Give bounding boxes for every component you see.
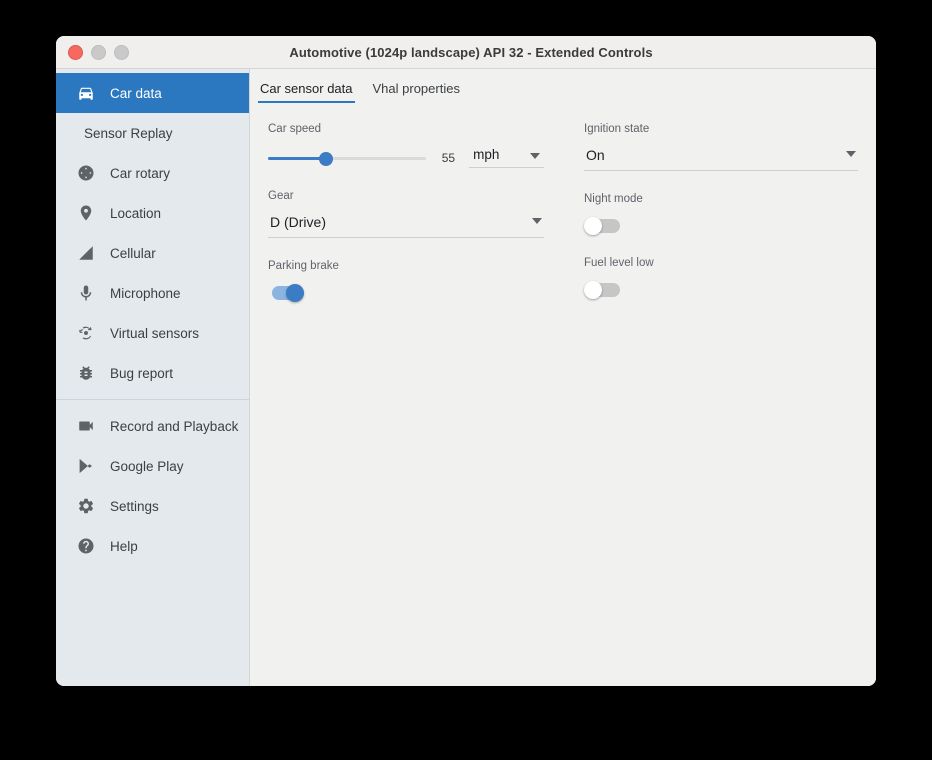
extended-controls-window: Automotive (1024p landscape) API 32 - Ex… (56, 36, 876, 686)
fuel-level-low-toggle[interactable] (584, 281, 624, 299)
sidebar-item-microphone[interactable]: Microphone (56, 273, 249, 313)
sidebar-item-label: Virtual sensors (110, 326, 199, 341)
sidebar-item-virtual-sensors[interactable]: Virtual sensors (56, 313, 249, 353)
sidebar-item-car-data[interactable]: Car data (56, 73, 249, 113)
car-speed-field: Car speed 55 mph (268, 123, 544, 168)
location-pin-icon (76, 203, 96, 223)
car-speed-label: Car speed (268, 123, 544, 135)
sidebar-item-cellular[interactable]: Cellular (56, 233, 249, 273)
sidebar-item-label: Car data (110, 86, 162, 101)
gear-value: D (Drive) (270, 214, 326, 230)
right-column: Ignition state On Night mode (584, 123, 858, 324)
window-title: Automotive (1024p landscape) API 32 - Ex… (56, 45, 876, 60)
gear-icon (76, 496, 96, 516)
ignition-state-field: Ignition state On (584, 123, 858, 171)
car-speed-unit-value: mph (473, 147, 499, 162)
night-mode-toggle[interactable] (584, 217, 624, 235)
toggle-knob (286, 284, 304, 302)
sidebar-item-label: Car rotary (110, 166, 170, 181)
sidebar-item-sensor-replay[interactable]: Sensor Replay (56, 113, 249, 153)
sidebar-item-google-play[interactable]: Google Play (56, 446, 249, 486)
video-camera-icon (76, 416, 96, 436)
tab-label: Car sensor data (260, 81, 353, 96)
car-sensor-data-panel: Car speed 55 mph (250, 103, 876, 324)
cellular-signal-icon (76, 243, 96, 263)
virtual-sensors-icon (76, 323, 96, 343)
sidebar-item-label: Settings (110, 499, 159, 514)
fuel-level-low-field: Fuel level low (584, 257, 858, 299)
sidebar-item-label: Location (110, 206, 161, 221)
gear-dropdown[interactable]: D (Drive) (268, 214, 544, 238)
sidebar-item-label: Microphone (110, 286, 181, 301)
sidebar-item-car-rotary[interactable]: Car rotary (56, 153, 249, 193)
fuel-level-low-label: Fuel level low (584, 257, 858, 269)
tab-label: Vhal properties (373, 81, 460, 96)
help-circle-icon (76, 536, 96, 556)
gear-field: Gear D (Drive) (268, 190, 544, 238)
sidebar-item-bug-report[interactable]: Bug report (56, 353, 249, 393)
content-area: Car sensor data Vhal properties Car spee… (250, 69, 876, 686)
minimize-button[interactable] (91, 45, 106, 60)
tab-vhal-properties[interactable]: Vhal properties (371, 81, 462, 103)
maximize-button[interactable] (114, 45, 129, 60)
car-speed-value: 55 (426, 151, 455, 165)
parking-brake-label: Parking brake (268, 260, 544, 272)
gear-label: Gear (268, 190, 544, 202)
toggle-knob (584, 281, 602, 299)
tab-bar: Car sensor data Vhal properties (250, 69, 876, 103)
microphone-icon (76, 283, 96, 303)
left-column: Car speed 55 mph (268, 123, 544, 324)
car-speed-unit-dropdown[interactable]: mph (469, 147, 544, 168)
ignition-state-dropdown[interactable]: On (584, 147, 858, 171)
bug-icon (76, 363, 96, 383)
night-mode-field: Night mode (584, 193, 858, 235)
sidebar: Car data Sensor Replay Car rotary Locati… (56, 69, 250, 686)
sidebar-item-record-and-playback[interactable]: Record and Playback (56, 406, 249, 446)
parking-brake-toggle[interactable] (268, 284, 308, 302)
toggle-knob (584, 217, 602, 235)
close-button[interactable] (68, 45, 83, 60)
tab-car-sensor-data[interactable]: Car sensor data (258, 81, 355, 103)
night-mode-label: Night mode (584, 193, 858, 205)
ignition-state-value: On (586, 147, 605, 163)
slider-fill (268, 157, 326, 160)
sidebar-item-label: Sensor Replay (84, 126, 173, 141)
chevron-down-icon (532, 218, 542, 224)
sidebar-item-label: Cellular (110, 246, 156, 261)
window-body: Car data Sensor Replay Car rotary Locati… (56, 69, 876, 686)
rotary-icon (76, 163, 96, 183)
sidebar-item-label: Bug report (110, 366, 173, 381)
window-controls (68, 45, 129, 60)
sidebar-item-help[interactable]: Help (56, 526, 249, 566)
car-speed-slider[interactable] (268, 150, 426, 166)
ignition-state-label: Ignition state (584, 123, 858, 135)
sidebar-item-label: Help (110, 539, 138, 554)
slider-thumb[interactable] (319, 152, 333, 166)
sidebar-item-label: Record and Playback (110, 419, 238, 434)
chevron-down-icon (530, 153, 540, 159)
sidebar-item-label: Google Play (110, 459, 184, 474)
title-bar: Automotive (1024p landscape) API 32 - Ex… (56, 36, 876, 69)
chevron-down-icon (846, 151, 856, 157)
sidebar-item-location[interactable]: Location (56, 193, 249, 233)
sidebar-divider (56, 399, 249, 400)
google-play-icon (76, 456, 96, 476)
parking-brake-field: Parking brake (268, 260, 544, 302)
car-icon (76, 83, 96, 103)
sidebar-item-settings[interactable]: Settings (56, 486, 249, 526)
